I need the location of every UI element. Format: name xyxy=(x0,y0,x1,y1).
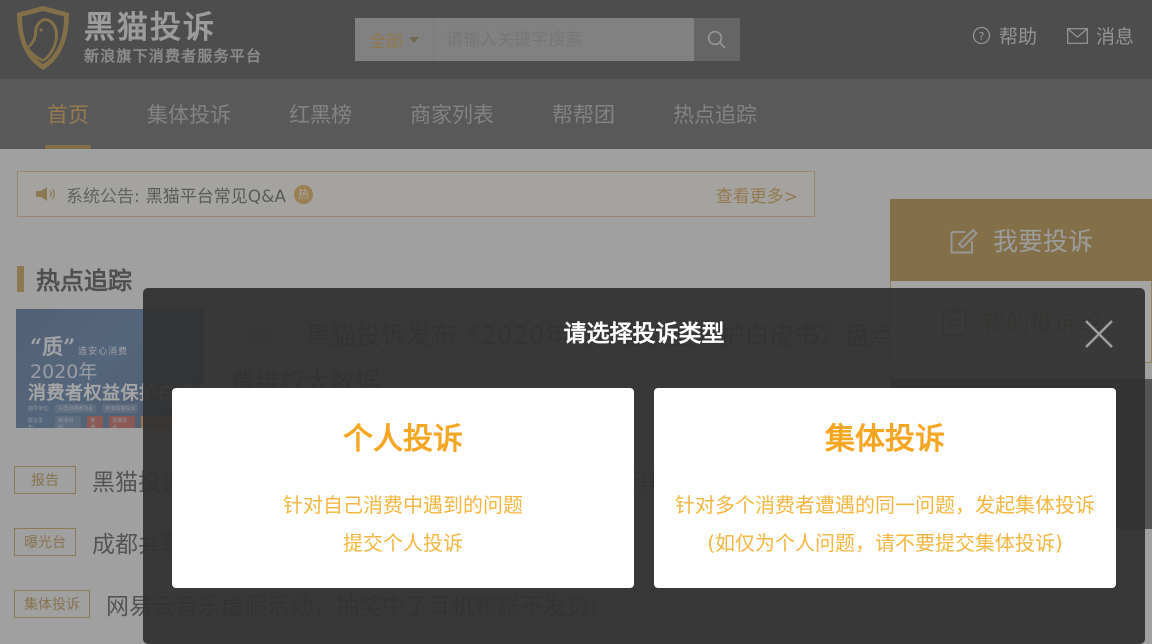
personal-complaint-line-2: 提交个人投诉 xyxy=(343,524,463,562)
group-complaint-title: 集体投诉 xyxy=(825,414,945,458)
close-x-icon[interactable] xyxy=(1081,316,1117,352)
group-complaint-card[interactable]: 集体投诉 针对多个消费者遭遇的同一问题，发起集体投诉 (如仅为个人问题，请不要提… xyxy=(654,388,1116,588)
modal-card-list: 个人投诉 针对自己消费中遇到的问题 提交个人投诉 集体投诉 针对多个消费者遭遇的… xyxy=(172,388,1116,588)
personal-complaint-card[interactable]: 个人投诉 针对自己消费中遇到的问题 提交个人投诉 xyxy=(172,388,634,588)
modal-title: 请选择投诉类型 xyxy=(143,314,1145,348)
complaint-type-modal: 请选择投诉类型 个人投诉 针对自己消费中遇到的问题 提交个人投诉 集体投诉 针对… xyxy=(143,288,1145,644)
app-root: 黑猫投诉 新浪旗下消费者服务平台 全部 xyxy=(0,0,1152,644)
group-complaint-line-1: 针对多个消费者遭遇的同一问题，发起集体投诉 xyxy=(675,486,1095,524)
group-complaint-line-2: (如仅为个人问题，请不要提交集体投诉) xyxy=(707,524,1063,562)
personal-complaint-title: 个人投诉 xyxy=(343,414,463,458)
personal-complaint-line-1: 针对自己消费中遇到的问题 xyxy=(283,486,523,524)
